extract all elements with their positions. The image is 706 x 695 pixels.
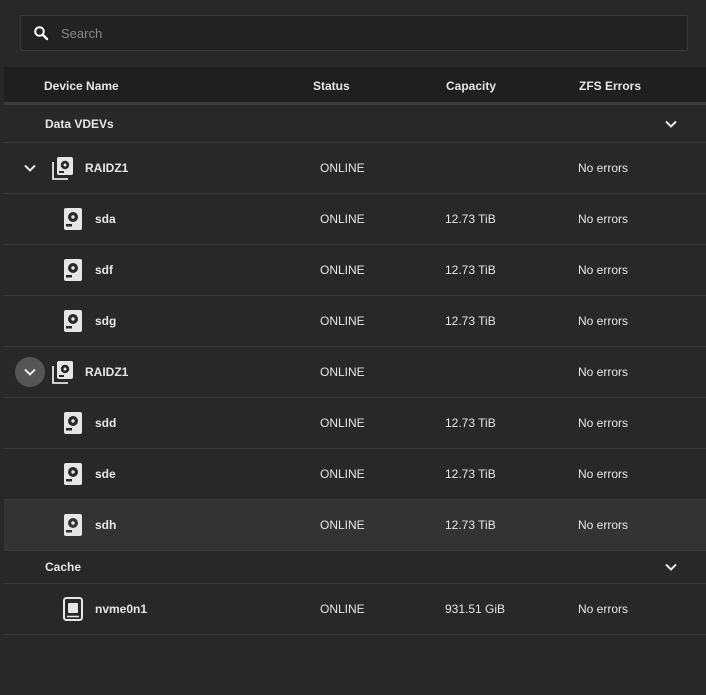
device-errors: No errors <box>578 314 629 328</box>
devices-table: Device Name Status Capacity ZFS Errors D… <box>4 67 706 635</box>
hard-disk-icon <box>64 463 82 485</box>
device-name: sda <box>95 212 116 226</box>
ssd-icon <box>63 597 83 621</box>
vdev-row[interactable]: RAIDZ1 ONLINE No errors <box>4 143 706 194</box>
device-errors: No errors <box>578 161 629 175</box>
disk-row[interactable]: sda ONLINE 12.73 TiB No errors <box>4 194 706 245</box>
chevron-down-icon <box>24 164 36 172</box>
expand-toggle[interactable] <box>15 357 45 387</box>
search-bar[interactable] <box>20 15 688 51</box>
disk-row[interactable]: sdg ONLINE 12.73 TiB No errors <box>4 296 706 347</box>
device-capacity: 12.73 TiB <box>445 467 496 481</box>
device-name: sdf <box>95 263 113 277</box>
column-header-status[interactable]: Status <box>313 67 350 105</box>
chevron-down-icon[interactable] <box>664 560 678 574</box>
search-icon <box>21 15 61 51</box>
group-label: Data VDEVs <box>45 117 114 131</box>
search-input[interactable] <box>61 16 687 50</box>
device-capacity: 12.73 TiB <box>445 212 496 226</box>
hard-disk-icon <box>64 259 82 281</box>
device-status: ONLINE <box>320 212 365 226</box>
device-capacity: 931.51 GiB <box>445 602 506 616</box>
device-status: ONLINE <box>320 365 365 379</box>
group-row-cache[interactable]: Cache <box>4 551 706 584</box>
device-name: sdh <box>95 518 117 532</box>
chevron-down-icon <box>24 368 36 376</box>
table-header: Device Name Status Capacity ZFS Errors <box>4 67 706 105</box>
disk-row[interactable]: sdf ONLINE 12.73 TiB No errors <box>4 245 706 296</box>
hard-disk-icon <box>64 412 82 434</box>
disk-row[interactable]: sdh ONLINE 12.73 TiB No errors <box>4 500 706 551</box>
vdev-stack-icon <box>52 157 73 180</box>
hard-disk-icon <box>64 514 82 536</box>
column-header-capacity[interactable]: Capacity <box>446 67 496 105</box>
device-errors: No errors <box>578 416 629 430</box>
device-name: nvme0n1 <box>95 602 148 616</box>
device-errors: No errors <box>578 365 629 379</box>
device-name: sdd <box>95 416 117 430</box>
hard-disk-icon <box>64 310 82 332</box>
device-status: ONLINE <box>320 602 365 616</box>
disk-row[interactable]: nvme0n1 ONLINE 931.51 GiB No errors <box>4 584 706 635</box>
vdev-row[interactable]: RAIDZ1 ONLINE No errors <box>4 347 706 398</box>
column-header-device-name[interactable]: Device Name <box>44 67 119 105</box>
device-name: RAIDZ1 <box>85 365 129 379</box>
device-capacity: 12.73 TiB <box>445 416 496 430</box>
expand-toggle[interactable] <box>15 153 45 183</box>
device-name: sdg <box>95 314 117 328</box>
device-status: ONLINE <box>320 518 365 532</box>
device-status: ONLINE <box>320 161 365 175</box>
device-status: ONLINE <box>320 263 365 277</box>
device-capacity: 12.73 TiB <box>445 263 496 277</box>
device-name: sde <box>95 467 116 481</box>
column-header-zfs-errors[interactable]: ZFS Errors <box>579 67 641 105</box>
disk-row[interactable]: sde ONLINE 12.73 TiB No errors <box>4 449 706 500</box>
group-label: Cache <box>45 560 82 574</box>
device-errors: No errors <box>578 602 629 616</box>
device-capacity: 12.73 TiB <box>445 314 496 328</box>
vdev-stack-icon <box>52 361 73 384</box>
hard-disk-icon <box>64 208 82 230</box>
device-status: ONLINE <box>320 467 365 481</box>
device-errors: No errors <box>578 518 629 532</box>
device-status: ONLINE <box>320 314 365 328</box>
device-errors: No errors <box>578 467 629 481</box>
disk-row[interactable]: sdd ONLINE 12.73 TiB No errors <box>4 398 706 449</box>
device-status: ONLINE <box>320 416 365 430</box>
device-errors: No errors <box>578 212 629 226</box>
device-errors: No errors <box>578 263 629 277</box>
group-row-data-vdevs[interactable]: Data VDEVs <box>4 105 706 143</box>
device-capacity: 12.73 TiB <box>445 518 496 532</box>
device-name: RAIDZ1 <box>85 161 129 175</box>
chevron-down-icon[interactable] <box>664 117 678 131</box>
